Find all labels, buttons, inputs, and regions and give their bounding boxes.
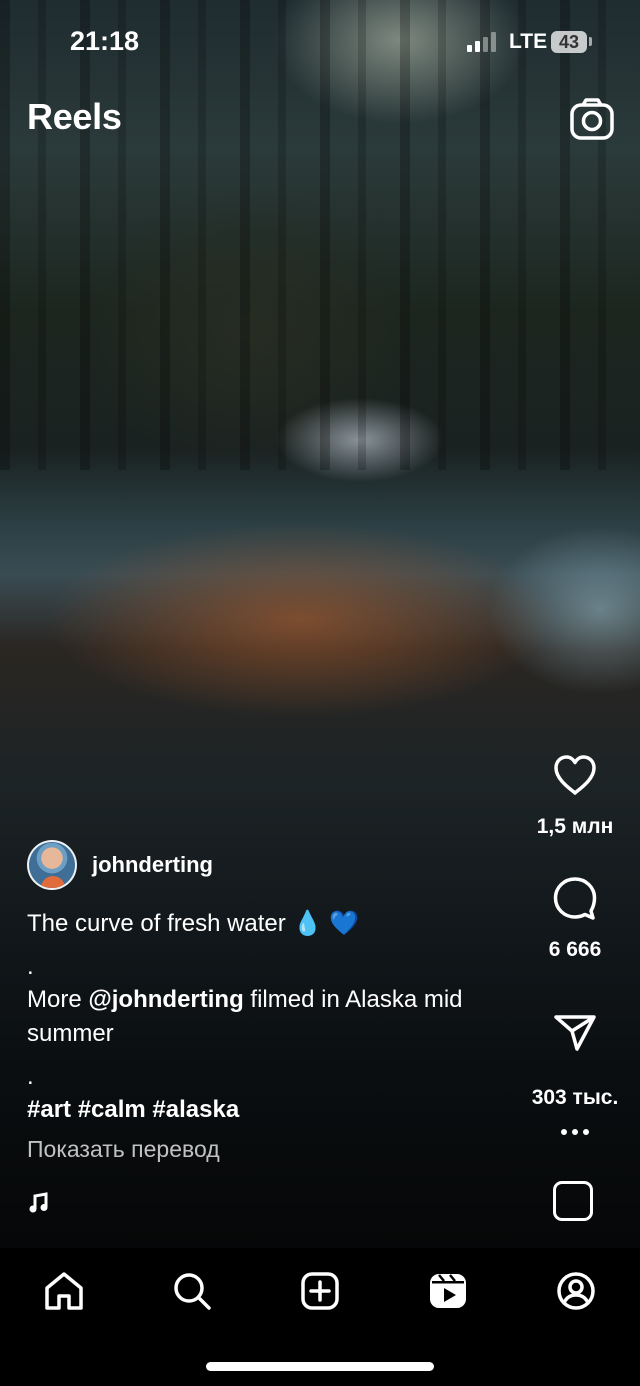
more-options-button[interactable]: [556, 1124, 596, 1140]
profile-icon: [557, 1272, 595, 1310]
comment-button[interactable]: [552, 875, 598, 921]
heart-icon: [554, 755, 596, 795]
home-indicator: [206, 1362, 434, 1371]
tab-reels[interactable]: [416, 1268, 480, 1314]
tab-create[interactable]: [288, 1268, 352, 1314]
tab-search[interactable]: [160, 1268, 224, 1314]
create-icon: [301, 1272, 339, 1310]
username[interactable]: johnderting: [92, 852, 213, 878]
like-button[interactable]: [552, 753, 598, 799]
page-title: Reels: [27, 96, 122, 137]
show-translation-link[interactable]: Показать перевод: [27, 1136, 220, 1163]
caption-line-1: The curve of fresh water 💧 💙: [27, 907, 467, 941]
caption-dot-1: .: [27, 953, 34, 980]
status-bar: 21:18 LTE 43: [0, 0, 640, 84]
battery-level: 43: [558, 32, 580, 52]
caption-mention[interactable]: @johnderting: [88, 986, 243, 1013]
like-count: 1,5 млн: [536, 815, 614, 838]
hashtags[interactable]: #art #calm #alaska: [27, 1096, 239, 1123]
more-icon: [561, 1129, 589, 1135]
share-button[interactable]: [552, 1011, 598, 1057]
comment-count: 6 666: [548, 938, 602, 961]
signal-icon: [467, 32, 496, 52]
camera-icon[interactable]: [569, 96, 615, 142]
home-icon: [45, 1272, 83, 1310]
caption-more-prefix: More: [27, 986, 89, 1013]
send-icon: [554, 1015, 596, 1051]
post-author[interactable]: johnderting: [27, 838, 213, 892]
caption-text: The curve of fresh water 💧 💙: [27, 910, 359, 937]
status-time: 21:18: [70, 26, 140, 56]
search-icon: [174, 1273, 211, 1310]
share-count: 303 тыс.: [531, 1086, 619, 1109]
comment-icon: [553, 877, 597, 920]
avatar[interactable]: [27, 840, 77, 890]
tab-profile[interactable]: [544, 1268, 608, 1314]
caption-body: More @johnderting filmed in Alaska mid s…: [27, 983, 467, 1051]
reels-icon: [430, 1274, 466, 1308]
battery-icon: 43: [551, 31, 587, 53]
network-type: LTE: [509, 30, 548, 53]
battery-nub: [589, 37, 592, 46]
caption-dot-2: .: [27, 1063, 34, 1090]
caption-hashtags[interactable]: #art #calm #alaska: [27, 1093, 467, 1127]
music-note-icon: [29, 1192, 48, 1213]
audio-thumbnail[interactable]: [553, 1181, 593, 1221]
tab-home[interactable]: [32, 1268, 96, 1314]
